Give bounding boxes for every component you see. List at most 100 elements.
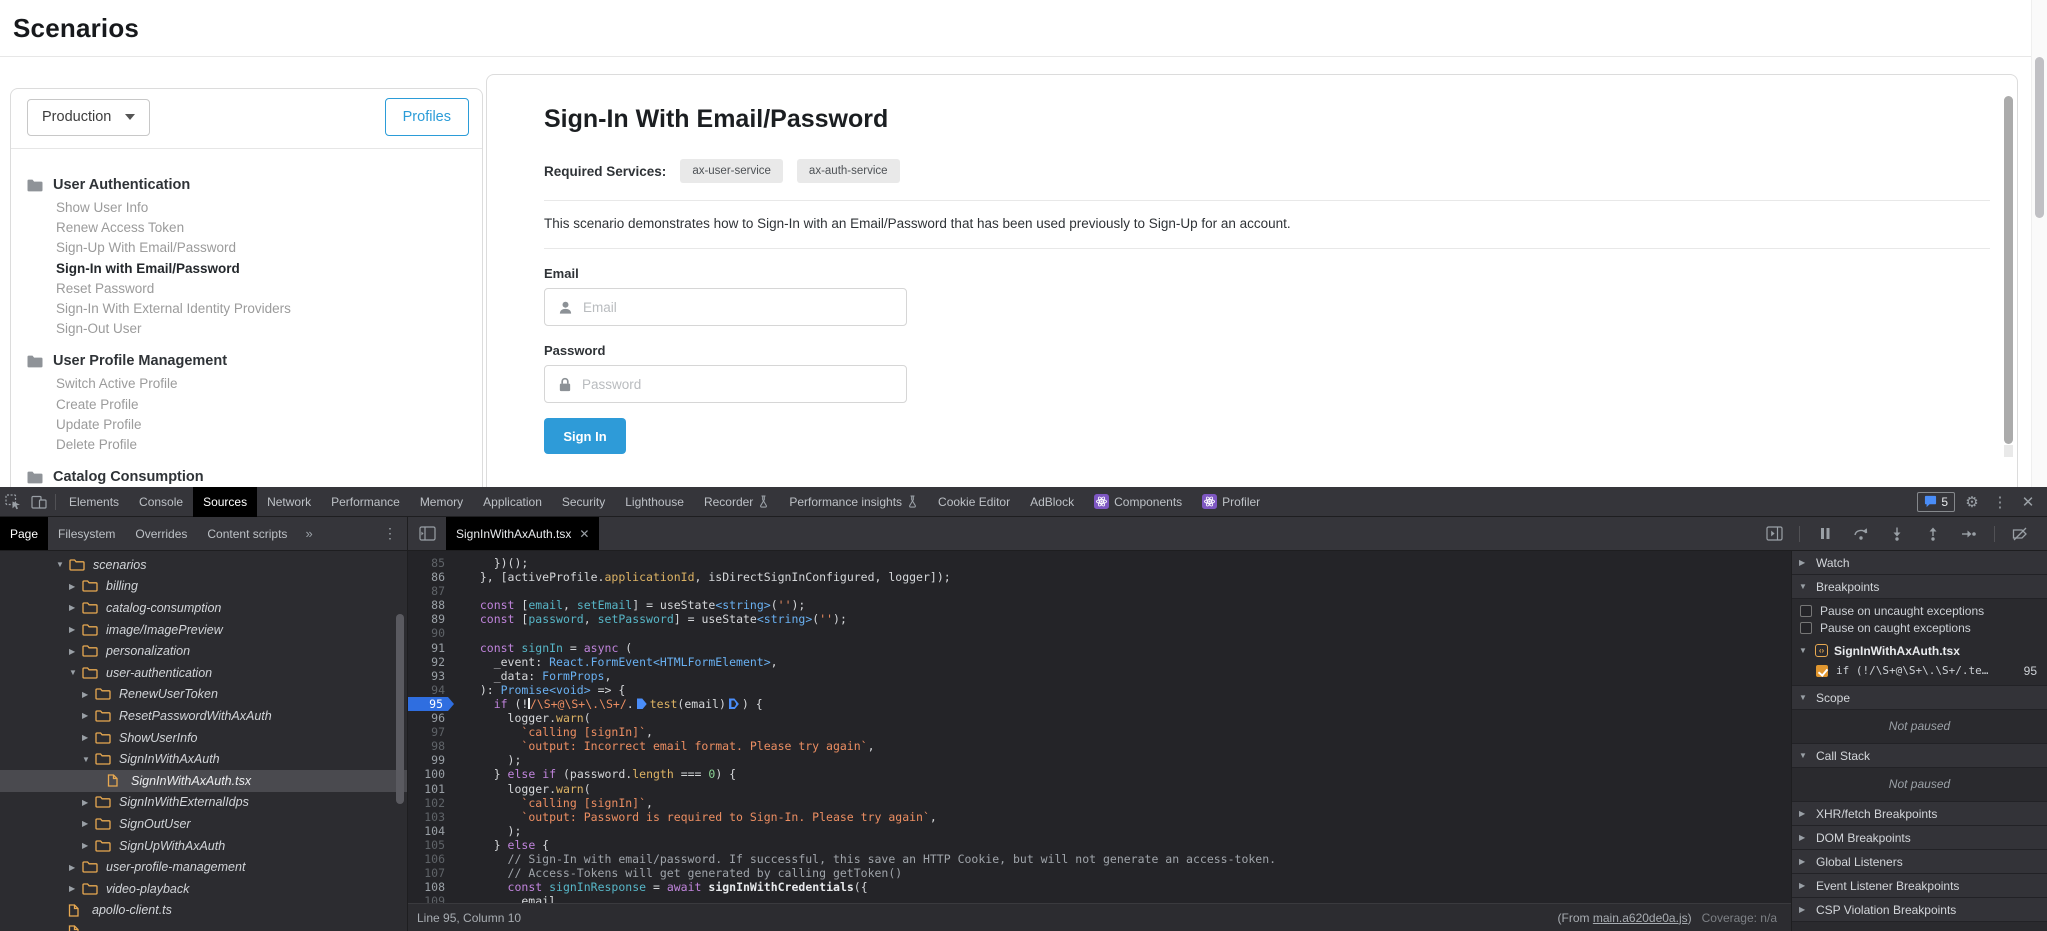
- environment-dropdown[interactable]: Production: [27, 99, 150, 136]
- devtools-tab-security[interactable]: Security: [552, 487, 615, 517]
- tree-folder-signupwithaxauth[interactable]: ▶SignUpWithAxAuth: [0, 835, 407, 857]
- devtools-tab-components[interactable]: Components: [1084, 487, 1192, 517]
- checkbox-unchecked[interactable]: [1800, 605, 1812, 617]
- navigator-tab-overrides[interactable]: Overrides: [125, 517, 197, 550]
- tree-folder-personalization[interactable]: ▶personalization: [0, 640, 407, 662]
- chevron-collapsed-icon[interactable]: ▶: [69, 863, 82, 872]
- line-number[interactable]: 104: [408, 824, 454, 838]
- code-line-104[interactable]: 104 );: [408, 824, 1791, 838]
- step-into-icon[interactable]: [1884, 522, 1910, 546]
- chevron-collapsed-icon[interactable]: ▶: [69, 582, 82, 591]
- line-number[interactable]: 94: [408, 683, 454, 697]
- devtools-tab-performance[interactable]: Performance: [321, 487, 410, 517]
- close-devtools-icon[interactable]: ✕: [2017, 493, 2039, 511]
- chevron-collapsed-icon[interactable]: ▶: [82, 711, 95, 720]
- breakpoint-entry[interactable]: if (!/\S+@\S+\.\S+/.te…95: [1792, 661, 2047, 680]
- tree-file-apollo-client-ts[interactable]: apollo-client.ts: [0, 900, 407, 922]
- tree-folder-resetpasswordwithaxauth[interactable]: ▶ResetPasswordWithAxAuth: [0, 705, 407, 727]
- scenario-item-delete-profile[interactable]: Delete Profile: [56, 435, 482, 455]
- section-dom-breakpoints[interactable]: ▶DOM Breakpoints: [1792, 826, 2047, 850]
- tree-folder-video-playback[interactable]: ▶video-playback: [0, 878, 407, 900]
- code-lines[interactable]: 85 })();86 }, [activeProfile.application…: [408, 551, 1791, 903]
- tree-folder-signinwithexternalidps[interactable]: ▶SignInWithExternalIdps: [0, 792, 407, 814]
- close-tab-icon[interactable]: ✕: [579, 527, 589, 541]
- chevron-collapsed-icon[interactable]: ▶: [82, 841, 95, 850]
- chevron-collapsed-icon[interactable]: ▶: [69, 647, 82, 656]
- code-line-94[interactable]: 94 ): Promise<void> => {: [408, 683, 1791, 697]
- code-line-99[interactable]: 99 );: [408, 753, 1791, 767]
- devtools-tab-elements[interactable]: Elements: [59, 487, 129, 517]
- inline-breakpoint-active-icon[interactable]: [637, 698, 647, 709]
- line-number[interactable]: 105: [408, 838, 454, 852]
- code-line-86[interactable]: 86 }, [activeProfile.applicationId, isDi…: [408, 570, 1791, 584]
- device-toolbar-icon[interactable]: [26, 490, 52, 514]
- code-line-98[interactable]: 98 `output: Incorrect email format. Plea…: [408, 739, 1791, 753]
- inline-breakpoint-inactive-icon[interactable]: [729, 698, 739, 709]
- code-line-109[interactable]: 109 email,: [408, 894, 1791, 903]
- scenario-item-update-profile[interactable]: Update Profile: [56, 415, 482, 435]
- section-global-listeners[interactable]: ▶Global Listeners: [1792, 850, 2047, 874]
- navigator-tab-filesystem[interactable]: Filesystem: [48, 517, 125, 550]
- scenario-scrollbar[interactable]: [2004, 96, 2013, 458]
- breakpoint-file-group[interactable]: ▼‹›SignInWithAxAuth.tsx: [1792, 640, 2047, 661]
- navigator-tab-content-scripts[interactable]: Content scripts: [197, 517, 297, 550]
- line-number[interactable]: 100: [408, 767, 454, 781]
- tree-folder-signinwithaxauth[interactable]: ▼SignInWithAxAuth: [0, 748, 407, 770]
- code-line-89[interactable]: 89 const [password, setPassword] = useSt…: [408, 612, 1791, 626]
- chevron-expanded-icon[interactable]: ▼: [82, 755, 95, 764]
- chevron-expanded-icon[interactable]: ▼: [69, 668, 82, 677]
- code-line-97[interactable]: 97 `calling [signIn]`,: [408, 725, 1791, 739]
- line-number[interactable]: 101: [408, 782, 454, 796]
- devtools-tab-application[interactable]: Application: [473, 487, 552, 517]
- tree-folder-renewusertoken[interactable]: ▶RenewUserToken: [0, 684, 407, 706]
- code-line-87[interactable]: 87: [408, 584, 1791, 598]
- section-breakpoints[interactable]: ▼Breakpoints: [1792, 575, 2047, 599]
- inspect-element-icon[interactable]: [0, 490, 26, 514]
- code-line-93[interactable]: 93 _data: FormProps,: [408, 669, 1791, 683]
- line-number[interactable]: 107: [408, 866, 454, 880]
- issues-counter[interactable]: 5: [1917, 492, 1955, 512]
- tree-file-partial[interactable]: [0, 921, 407, 931]
- code-line-96[interactable]: 96 logger.warn(: [408, 711, 1791, 725]
- scenario-item-sign-in-with-external-identity-providers[interactable]: Sign-In With External Identity Providers: [56, 299, 482, 319]
- line-number[interactable]: 85: [408, 556, 454, 570]
- code-line-102[interactable]: 102 `calling [signIn]`,: [408, 796, 1791, 810]
- devtools-tab-memory[interactable]: Memory: [410, 487, 473, 517]
- line-number[interactable]: 88: [408, 598, 454, 612]
- password-field[interactable]: Password: [544, 365, 907, 403]
- devtools-tab-recorder[interactable]: Recorder: [694, 487, 779, 517]
- scenario-item-switch-active-profile[interactable]: Switch Active Profile: [56, 374, 482, 394]
- source-map-link[interactable]: main.a620de0a.js: [1593, 911, 1688, 925]
- deactivate-breakpoints-icon[interactable]: [2007, 522, 2033, 546]
- devtools-tab-profiler[interactable]: Profiler: [1192, 487, 1270, 517]
- kebab-menu-icon[interactable]: ⋮: [1989, 493, 2011, 511]
- scenario-item-create-profile[interactable]: Create Profile: [56, 395, 482, 415]
- devtools-tab-performance-insights[interactable]: Performance insights: [779, 487, 928, 517]
- checkbox-unchecked[interactable]: [1800, 622, 1812, 634]
- settings-gear-icon[interactable]: ⚙: [1961, 493, 1983, 511]
- code-line-105[interactable]: 105 } else {: [408, 838, 1791, 852]
- tree-folder-image-imagepreview[interactable]: ▶image/ImagePreview: [0, 619, 407, 641]
- line-number[interactable]: 103: [408, 810, 454, 824]
- navigator-scrollbar-thumb[interactable]: [396, 614, 404, 804]
- line-number[interactable]: 87: [408, 584, 454, 598]
- profiles-button[interactable]: Profiles: [385, 98, 469, 136]
- code-line-103[interactable]: 103 `output: Password is required to Sig…: [408, 810, 1791, 824]
- scenario-item-sign-in-with-email-password[interactable]: Sign-In with Email/Password: [56, 259, 482, 279]
- line-number[interactable]: 106: [408, 852, 454, 866]
- section-csp-violation-breakpoints[interactable]: ▶CSP Violation Breakpoints: [1792, 898, 2047, 922]
- chevron-collapsed-icon[interactable]: ▶: [82, 798, 95, 807]
- devtools-tab-sources[interactable]: Sources: [193, 487, 257, 517]
- section-xhr-fetch-breakpoints[interactable]: ▶XHR/fetch Breakpoints: [1792, 802, 2047, 826]
- tree-folder-billing[interactable]: ▶billing: [0, 576, 407, 598]
- devtools-tab-network[interactable]: Network: [257, 487, 321, 517]
- tree-folder-user-profile-management[interactable]: ▶user-profile-management: [0, 856, 407, 878]
- tree-folder-catalog-consumption[interactable]: ▶catalog-consumption: [0, 597, 407, 619]
- line-number[interactable]: 108: [408, 880, 454, 894]
- sign-in-button[interactable]: Sign In: [544, 418, 626, 454]
- section-scope[interactable]: ▼Scope: [1792, 686, 2047, 710]
- section-event-listener-breakpoints[interactable]: ▶Event Listener Breakpoints: [1792, 874, 2047, 898]
- line-number[interactable]: 91: [408, 641, 454, 655]
- code-line-101[interactable]: 101 logger.warn(: [408, 782, 1791, 796]
- line-number[interactable]: 99: [408, 753, 454, 767]
